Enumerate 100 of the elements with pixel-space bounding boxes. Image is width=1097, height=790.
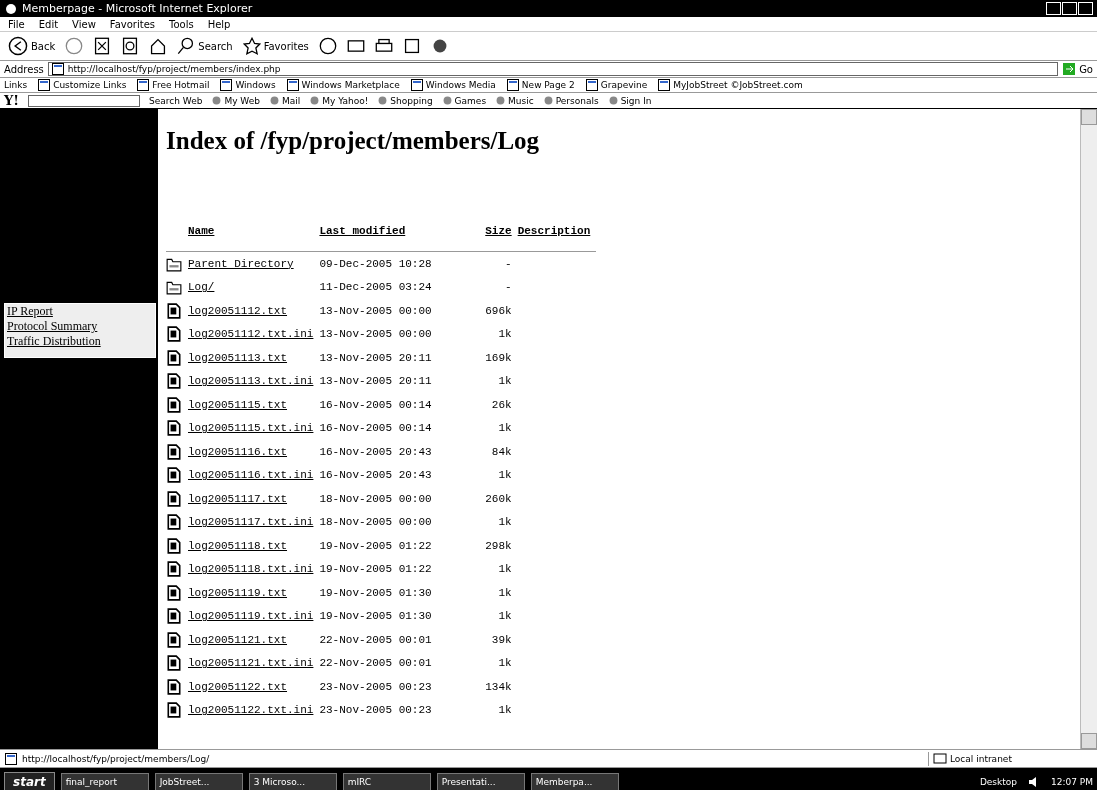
close-button[interactable] (1078, 2, 1093, 15)
restore-button[interactable] (1062, 2, 1077, 15)
folder-icon (166, 279, 182, 296)
refresh-icon (121, 37, 140, 55)
table-cell-text: 13-Nov-2005 00:00 (319, 327, 433, 343)
taskbar-button[interactable]: JobStreet... (154, 773, 243, 790)
toolbar-item-icon (441, 95, 453, 106)
file-link[interactable]: log20051117.txt (188, 487, 320, 511)
file-icon (166, 466, 182, 485)
page-icon (50, 62, 65, 76)
toolbar-item-icon (542, 95, 554, 106)
go-button[interactable]: Go (1062, 62, 1093, 76)
search-field[interactable] (28, 94, 140, 107)
table-cell-text: 1k (497, 585, 513, 601)
file-link[interactable]: log20051115.txt.ini (188, 416, 320, 440)
column-header[interactable]: Last modified (319, 225, 446, 252)
favorite-link[interactable]: Free Hotmail (152, 80, 210, 90)
favorites-button[interactable]: Favorites (242, 37, 309, 55)
taskbar-button[interactable]: Presentati... (436, 773, 525, 790)
file-link[interactable]: log20051113.txt.ini (188, 369, 320, 393)
toolbar-item-icon (309, 95, 321, 106)
back-button[interactable]: Back (8, 36, 56, 56)
toolbar-item-icon (269, 95, 280, 106)
favorite-link[interactable]: Grapevine (600, 80, 648, 90)
file-icon (166, 583, 182, 602)
taskbar-button[interactable]: final_report (60, 773, 149, 790)
table-cell-text: 1k (497, 421, 513, 437)
toolbar-link[interactable]: Games (454, 95, 487, 106)
table-cell-text: 19-Nov-2005 01:22 (319, 562, 433, 578)
toolbar-link[interactable]: My Yahoo! (322, 95, 369, 106)
file-link[interactable]: Log/ (188, 275, 320, 299)
toolbar-link[interactable]: Music (508, 95, 534, 106)
column-header[interactable]: Description (517, 225, 597, 252)
table-cell-text: 13-Nov-2005 20:11 (319, 374, 433, 390)
favorite-link[interactable]: MyJobStreet ©JobStreet.com (673, 80, 803, 90)
toolbar-link[interactable]: Personals (555, 95, 599, 106)
file-link[interactable]: log20051112.txt.ini (188, 322, 320, 346)
menu-item[interactable]: View (72, 18, 96, 30)
menu-item[interactable]: File (8, 18, 25, 30)
file-link[interactable]: log20051122.txt (188, 675, 320, 699)
table-cell-text: 1k (497, 515, 513, 531)
file-link[interactable]: log20051118.txt.ini (188, 557, 320, 581)
menu-item[interactable]: Help (207, 18, 231, 30)
toolbar-link[interactable]: Mail (282, 95, 301, 106)
file-link[interactable]: log20051119.txt.ini (188, 604, 320, 628)
desktop-toolbar[interactable]: Desktop (979, 777, 1017, 787)
sidebar-link[interactable]: Protocol Summary (5, 319, 155, 334)
go-arrow-icon (1062, 62, 1077, 76)
table-cell: - (445, 251, 518, 276)
table-cell-text: 13-Nov-2005 00:00 (319, 303, 433, 319)
menu-item[interactable]: Tools (169, 18, 194, 30)
file-link[interactable]: Parent Directory (188, 251, 320, 276)
star-icon (242, 37, 261, 55)
links-label: Links (4, 80, 28, 90)
toolbar-link[interactable]: Shopping (390, 95, 433, 106)
file-link[interactable]: log20051117.txt.ini (188, 510, 320, 534)
sidebar-link[interactable]: IP Report (5, 304, 155, 319)
toolbar-link[interactable]: My Web (224, 95, 260, 106)
file-icon (166, 301, 182, 320)
file-link[interactable]: log20051119.txt (188, 581, 320, 605)
taskbar-button[interactable]: 3 Microso... (248, 773, 337, 790)
column-header[interactable]: Size (445, 225, 518, 252)
sidebar-link[interactable]: Traffic Distribution (5, 334, 155, 349)
file-link[interactable]: log20051121.txt (188, 628, 320, 652)
favorite-link[interactable]: Windows (235, 80, 276, 90)
column-header[interactable]: Name (188, 225, 320, 252)
search-web-button[interactable]: Search Web (149, 95, 203, 106)
file-link[interactable]: log20051112.txt (188, 299, 320, 323)
file-icon (166, 607, 182, 626)
file-icon (166, 654, 182, 673)
address-field[interactable]: http://localhost/fyp/project/members/index.php (47, 62, 1059, 76)
status-text: http://localhost/fyp/project/members/Log/ (22, 753, 210, 764)
page-icon (584, 78, 599, 92)
favorite-link[interactable]: Windows Media (425, 80, 496, 90)
file-link[interactable]: log20051122.txt.ini (188, 698, 320, 722)
toolbar-item-icon (377, 95, 389, 106)
file-icon (166, 442, 182, 461)
menu-item[interactable]: Edit (38, 18, 59, 30)
taskbar-button[interactable]: mIRC (342, 773, 431, 790)
favorite-link[interactable]: Windows Marketplace (301, 80, 400, 90)
file-link[interactable]: log20051116.txt (188, 440, 320, 464)
toolbar-link[interactable]: Sign In (620, 95, 652, 106)
table-cell-text: 16-Nov-2005 00:14 (319, 397, 433, 413)
file-link[interactable]: log20051118.txt (188, 534, 320, 558)
file-link[interactable]: log20051116.txt.ini (188, 463, 320, 487)
toolbar-item-icon (211, 95, 223, 106)
favorite-link[interactable]: Customize Links (53, 80, 127, 90)
start-button[interactable]: start (4, 772, 55, 790)
taskbar-button[interactable]: Memberpa... (530, 773, 619, 790)
minimize-button[interactable] (1046, 2, 1061, 15)
browser-icon (4, 1, 18, 16)
address-label: Address (4, 63, 44, 75)
table-cell-text: 260k (484, 491, 513, 507)
favorite-link[interactable]: New Page 2 (521, 80, 575, 90)
file-link[interactable]: log20051115.txt (188, 393, 320, 417)
menu-item[interactable]: Favorites (109, 18, 155, 30)
search-button[interactable]: Search (177, 37, 233, 55)
file-link[interactable]: log20051113.txt (188, 346, 320, 370)
file-link[interactable]: log20051121.txt.ini (188, 651, 320, 675)
scrollbar[interactable] (1080, 109, 1097, 749)
